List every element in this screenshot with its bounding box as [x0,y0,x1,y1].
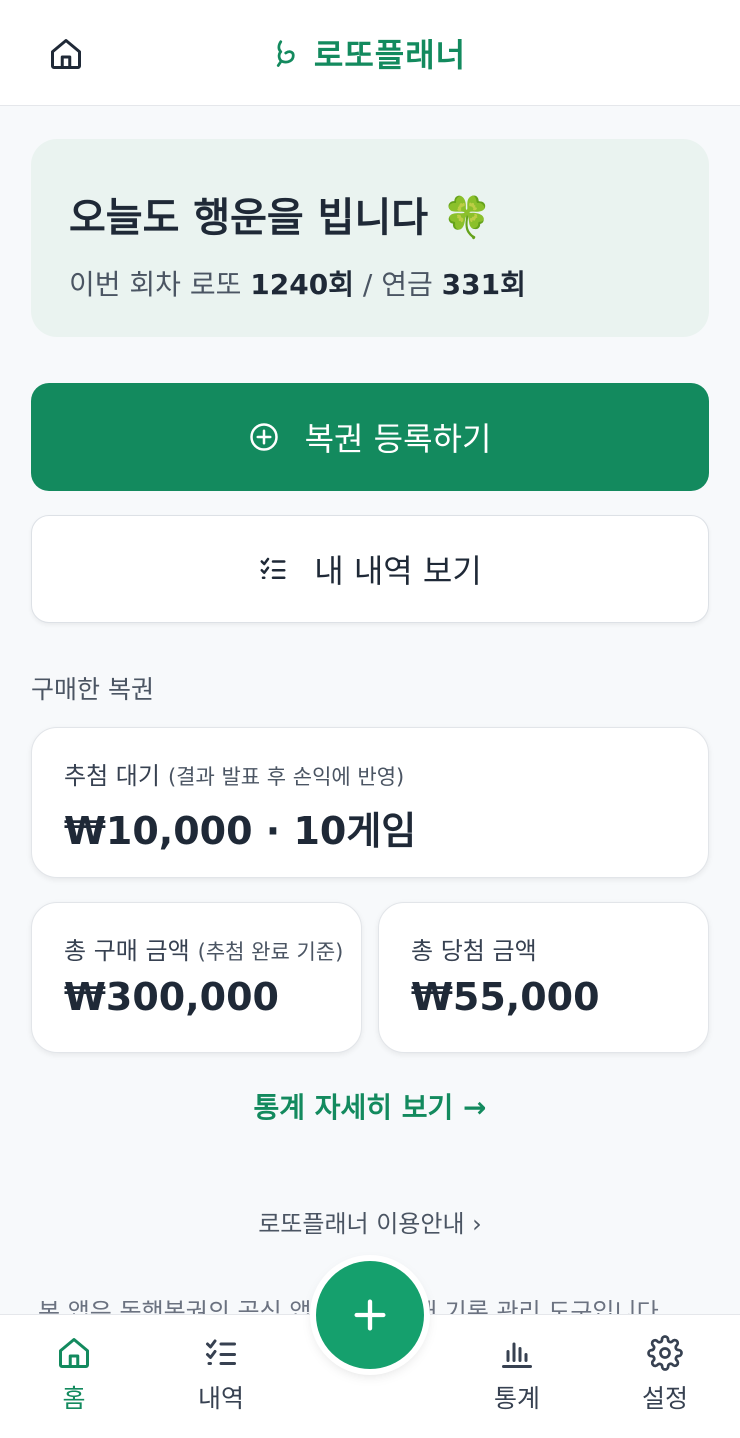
app-header: 로또플래너 [0,0,740,106]
nav-history-label: 내역 [197,1384,244,1413]
clover-logo-icon [276,40,295,67]
total-win-value: ₩55,000 [411,975,600,1019]
pending-value: ₩10,000 · 10게임 [64,809,417,853]
round-info: 이번 회차 로또 1240회 / 연금 331회 [69,263,526,303]
total-purchase-note: (추첨 완료 기준) [197,940,344,964]
nav-home-label: 홈 [62,1384,86,1413]
total-purchase-value: ₩300,000 [64,975,279,1019]
total-win-label-row: 총 당첨 금액 [411,931,537,966]
plus-circle-icon [249,423,278,451]
register-ticket-label: 복권 등록하기 [304,420,492,458]
nav-stats-label: 통계 [493,1384,540,1413]
pending-note: (결과 발표 후 손익에 반영) [167,765,405,789]
nav-settings-label: 설정 [641,1384,688,1413]
nav-history[interactable]: 내역 [171,1335,271,1415]
pension-round: 331회 [441,268,526,301]
view-history-label: 내 내역 보기 [314,552,482,590]
pending-label: 추첨 대기 [64,762,160,790]
nav-settings[interactable]: 설정 [615,1335,715,1415]
checklist-icon [260,557,286,579]
stats-detail-link[interactable]: 통계 자세히 보기 → [0,1086,740,1126]
register-ticket-button[interactable]: 복권 등록하기 [31,383,709,491]
nav-stats[interactable]: 통계 [467,1335,567,1415]
total-win-card[interactable]: 총 당첨 금액 ₩55,000 [378,902,709,1053]
view-history-button[interactable]: 내 내역 보기 [31,515,709,623]
brand: 로또플래너 [0,30,740,76]
total-purchase-label-row: 총 구매 금액 (추첨 완료 기준) [64,931,343,966]
checklist-icon [206,1339,236,1365]
greeting-card: 오늘도 행운을 빕니다 🍀 이번 회차 로또 1240회 / 연금 331회 [31,139,709,337]
gear-icon [647,1335,683,1371]
app-name: 로또플래너 [313,36,467,74]
total-purchase-label: 총 구매 금액 [64,937,190,965]
total-purchase-card[interactable]: 총 구매 금액 (추첨 완료 기준) ₩300,000 [31,902,362,1053]
guide-link[interactable]: 로또플래너 이용안내 › [0,1204,740,1239]
pending-label-row: 추첨 대기 (결과 발표 후 손익에 반영) [64,756,404,791]
purchased-section-label: 구매한 복권 [31,675,154,704]
plus-icon [354,1299,386,1331]
add-ticket-fab[interactable] [316,1261,424,1369]
nav-home[interactable]: 홈 [24,1335,124,1415]
round-prefix: 이번 회차 로또 [69,268,251,301]
home-icon [59,1338,89,1368]
bar-chart-icon [502,1342,532,1368]
greeting-title: 오늘도 행운을 빕니다 🍀 [69,195,492,241]
round-separator: / 연금 [353,268,442,301]
lotto-round: 1240회 [250,268,354,301]
pending-draw-card[interactable]: 추첨 대기 (결과 발표 후 손익에 반영) ₩10,000 · 10게임 [31,727,709,878]
total-win-label: 총 당첨 금액 [411,937,537,965]
